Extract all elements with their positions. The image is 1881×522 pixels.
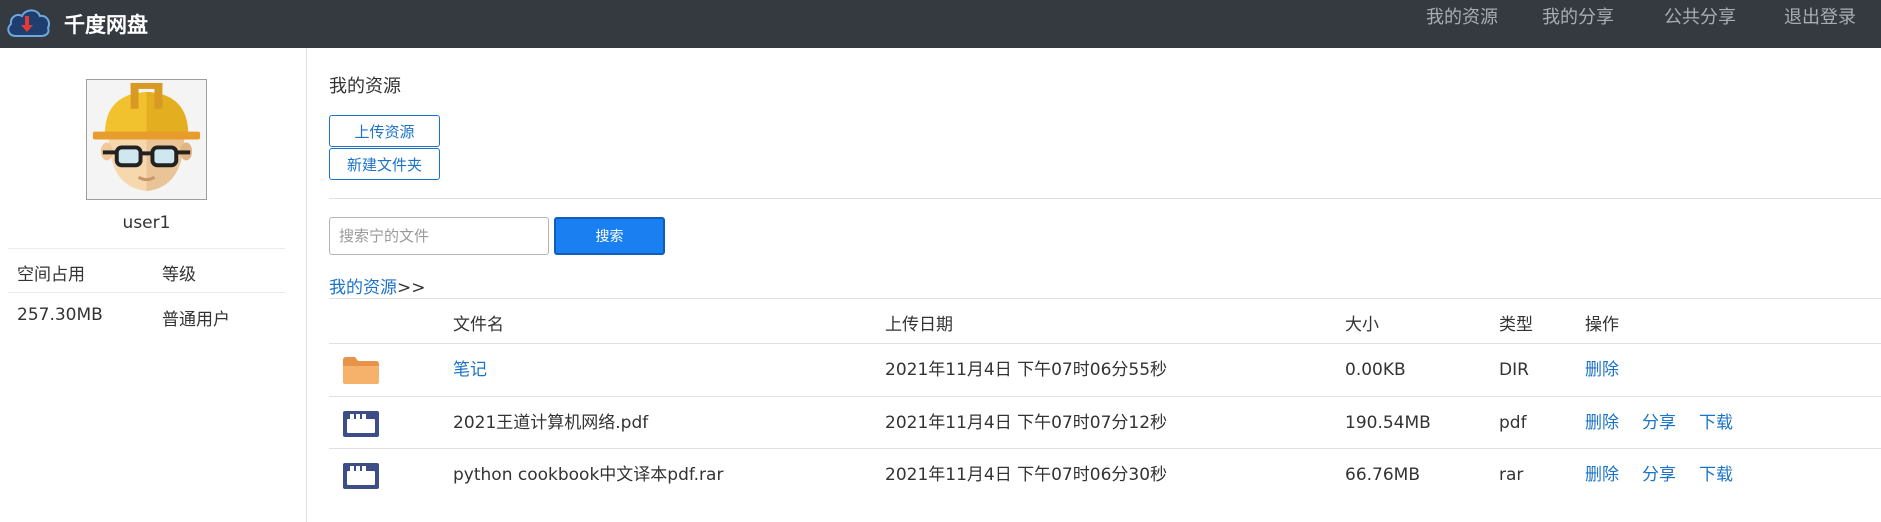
- file-name: python cookbook中文译本pdf.rar: [453, 465, 724, 485]
- top-navbar: 千度网盘 我的资源 我的分享 公共分享 退出登录: [0, 0, 1881, 48]
- delete-link[interactable]: 删除: [1585, 397, 1619, 449]
- level-value: 普通用户: [162, 310, 230, 330]
- username: user1: [122, 213, 171, 233]
- app-title: 千度网盘: [64, 13, 148, 37]
- nav-public-shares[interactable]: 公共分享: [1664, 0, 1736, 36]
- user-avatar-icon: [87, 80, 206, 199]
- section-divider: [329, 198, 1881, 199]
- file-type: rar: [1499, 465, 1524, 485]
- table-top-border: [329, 298, 1881, 299]
- column-header-actions: 操作: [1585, 315, 1619, 335]
- table-row: 笔记 2021年11月4日 下午07时06分55秒 0.00KB DIR 删除: [329, 344, 1881, 396]
- nav-my-resources[interactable]: 我的资源: [1426, 0, 1498, 36]
- main-content: 我的资源 上传资源 新建文件夹 搜索 我的资源>> 文件名 上传日期 大小 类型…: [307, 48, 1881, 522]
- column-header-type: 类型: [1499, 315, 1533, 335]
- file-size: 190.54MB: [1345, 413, 1431, 433]
- file-upload-date: 2021年11月4日 下午07时06分55秒: [885, 360, 1168, 380]
- file-name-link[interactable]: 笔记: [453, 344, 487, 396]
- download-link[interactable]: 下载: [1699, 449, 1733, 501]
- column-header-size: 大小: [1345, 315, 1379, 335]
- file-type: DIR: [1499, 360, 1529, 380]
- file-icon: [343, 463, 379, 489]
- delete-link[interactable]: 删除: [1585, 449, 1619, 501]
- page-title: 我的资源: [329, 76, 401, 97]
- file-name: 2021王道计算机网络.pdf: [453, 413, 649, 433]
- new-folder-button[interactable]: 新建文件夹: [329, 148, 440, 180]
- search-button[interactable]: 搜索: [554, 217, 665, 255]
- table-row: python cookbook中文译本pdf.rar 2021年11月4日 下午…: [329, 449, 1881, 501]
- download-link[interactable]: 下载: [1699, 397, 1733, 449]
- upload-button[interactable]: 上传资源: [329, 115, 440, 147]
- share-link[interactable]: 分享: [1642, 397, 1676, 449]
- breadcrumb: 我的资源>>: [329, 273, 426, 298]
- file-upload-date: 2021年11月4日 下午07时06分30秒: [885, 465, 1168, 485]
- stats-divider: [8, 248, 285, 249]
- avatar: [86, 79, 207, 200]
- search-input[interactable]: [329, 217, 549, 255]
- nav-logout[interactable]: 退出登录: [1784, 0, 1856, 36]
- storage-used-value: 257.30MB: [17, 305, 103, 325]
- column-header-upload-date: 上传日期: [885, 315, 953, 335]
- file-icon: [343, 411, 379, 437]
- table-row: 2021王道计算机网络.pdf 2021年11月4日 下午07时07分12秒 1…: [329, 397, 1881, 449]
- stats-divider: [8, 292, 285, 293]
- file-size: 66.76MB: [1345, 465, 1420, 485]
- share-link[interactable]: 分享: [1642, 449, 1676, 501]
- breadcrumb-link-my-resources[interactable]: 我的资源: [329, 278, 397, 298]
- folder-icon: [343, 357, 379, 384]
- nav-my-shares[interactable]: 我的分享: [1542, 0, 1614, 36]
- file-type: pdf: [1499, 413, 1527, 433]
- brand[interactable]: 千度网盘: [4, 0, 148, 48]
- storage-used-label: 空间占用: [17, 265, 85, 285]
- breadcrumb-separator: >>: [397, 278, 426, 298]
- level-label: 等级: [162, 265, 196, 285]
- cloud-download-logo-icon: [7, 9, 50, 37]
- column-header-filename: 文件名: [453, 315, 504, 335]
- delete-link[interactable]: 删除: [1585, 344, 1619, 396]
- file-size: 0.00KB: [1345, 360, 1406, 380]
- file-upload-date: 2021年11月4日 下午07时07分12秒: [885, 413, 1168, 433]
- sidebar: user1 空间占用 等级 257.30MB 普通用户: [0, 48, 307, 522]
